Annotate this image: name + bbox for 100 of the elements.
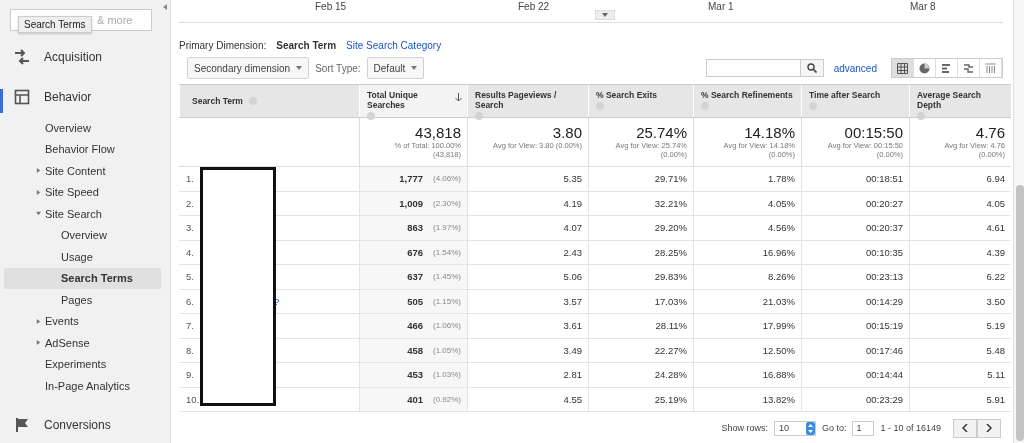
goto-field[interactable]: 1	[852, 420, 875, 436]
nav-section[interactable]: Acquisition	[0, 37, 170, 77]
table-cell: 505	[407, 295, 423, 307]
table-cell: 00:14:44	[866, 369, 903, 381]
page-range: 1 - 10 of 16149	[880, 423, 941, 433]
arrows-icon	[14, 49, 30, 65]
nav-item[interactable]: Site Content	[0, 160, 161, 182]
row-number: 1.	[186, 173, 195, 185]
nav-item[interactable]: Overview	[0, 224, 161, 246]
column-title: Average Search Depth	[917, 90, 982, 110]
next-page-button[interactable]	[977, 418, 1001, 438]
chevron-left-icon	[962, 424, 968, 432]
nav-label: Events	[45, 315, 79, 328]
nav-item[interactable]: AdSense	[0, 332, 161, 354]
table-cell: 6.22	[986, 271, 1005, 283]
comparison-icon	[963, 62, 974, 74]
scrollbar[interactable]	[1013, 0, 1024, 443]
summary-value: 25.74%	[636, 124, 687, 141]
stepper-icon	[805, 421, 815, 435]
collapsed-triangle-icon[interactable]	[36, 318, 41, 324]
secondary-dimension-dropdown[interactable]: Secondary dimension	[187, 57, 310, 79]
table-cell: 29.71%	[654, 173, 687, 185]
table-cell: 4.05%	[768, 197, 795, 209]
table-cell: 12.50%	[762, 344, 795, 356]
table-cell: 5.19	[986, 320, 1005, 332]
search-icon[interactable]	[806, 63, 817, 73]
table-cell: 21.03%	[762, 295, 795, 307]
table-cell: 4.05	[986, 197, 1005, 209]
chevron-right-icon	[986, 424, 992, 432]
expanded-triangle-icon[interactable]	[36, 211, 41, 217]
table-cell: 32.21%	[654, 197, 687, 209]
nav-item[interactable]: Search Terms	[4, 267, 161, 289]
nav-section[interactable]: Conversions	[0, 404, 170, 443]
dimension-label: Primary Dimension:	[179, 39, 267, 51]
summary-value: 43,818	[415, 124, 461, 141]
column-header[interactable]: Results Pageviews / Search	[467, 85, 588, 117]
nav-item[interactable]: In-Page Analytics	[0, 375, 161, 397]
nav-label: Site Content	[45, 164, 106, 177]
show-rows-label: Show rows:	[721, 423, 768, 433]
column-header[interactable]: % Search Exits	[588, 85, 693, 117]
column-title: % Search Refinements	[701, 90, 794, 100]
collapsed-triangle-icon[interactable]	[36, 340, 41, 346]
axis-label: Mar 1	[708, 1, 734, 12]
nav-item[interactable]: Site Search	[0, 203, 161, 225]
table-cell: 4.07	[563, 222, 582, 234]
row-number: 2.	[186, 197, 195, 209]
dimension-option[interactable]: Site Search Category	[346, 39, 442, 51]
column-title: % Search Exits	[596, 90, 658, 100]
table-cell: 29.83%	[654, 271, 687, 283]
sort-label: Sort Type:	[315, 62, 361, 74]
sort-dropdown[interactable]: Default	[366, 57, 425, 79]
column-header[interactable]: Time after Search	[801, 85, 909, 117]
previous-page-button[interactable]	[953, 418, 977, 438]
filter-field[interactable]	[705, 59, 824, 77]
advanced-link[interactable]: advanced	[833, 62, 877, 74]
table-cell: 4.39	[986, 246, 1005, 258]
table-cell: 28.11%	[655, 320, 687, 332]
column-header[interactable]: % Search Refinements	[693, 85, 801, 117]
share-percent: (1.06%)	[433, 321, 461, 331]
nav-label: Conversions	[44, 417, 111, 432]
table-cell: 00:15:19	[866, 320, 903, 332]
tooltip: Search Terms	[18, 16, 92, 33]
expand-handle-icon[interactable]	[595, 10, 615, 20]
caret-icon	[411, 66, 418, 70]
view-toggle[interactable]	[892, 59, 914, 77]
nav-item[interactable]: Behavior Flow	[0, 138, 161, 160]
table-cell: 4.61	[986, 222, 1005, 234]
nav-item[interactable]: Events	[0, 310, 161, 332]
share-percent: (2.30%)	[433, 198, 461, 208]
collapsed-triangle-icon[interactable]	[36, 168, 41, 174]
layout-icon	[14, 89, 30, 105]
table-cell: 4.56%	[768, 222, 795, 234]
table-cell: 3.57	[563, 295, 582, 307]
table-cell: 13.82%	[762, 393, 795, 405]
row-number: 6.	[186, 295, 195, 307]
nav-item[interactable]: Overview	[0, 117, 161, 139]
table-cell: 00:20:37	[866, 222, 903, 234]
nav-label: Site Speed	[45, 186, 99, 199]
table-cell: 5.06	[563, 271, 582, 283]
summary-value: 3.80	[552, 124, 582, 141]
table-cell: 1,777	[399, 173, 423, 185]
table-cell: 00:17:46	[866, 344, 903, 356]
collapsed-triangle-icon[interactable]	[36, 189, 41, 195]
column-header[interactable]: Total Unique Searches	[359, 85, 467, 117]
nav-item[interactable]: Site Speed	[0, 181, 161, 203]
nav-item[interactable]: Experiments	[0, 353, 161, 375]
table-cell: 5.35	[563, 173, 582, 185]
share-percent: (1.45%)	[433, 272, 461, 282]
nav-item[interactable]: Usage	[0, 246, 161, 268]
table-cell: 00:18:51	[866, 173, 903, 185]
nav-section[interactable]: Behavior	[0, 77, 170, 117]
collapse-arrow-icon[interactable]	[162, 4, 168, 10]
column-header[interactable]: Average Search Depth	[909, 85, 1011, 117]
table-cell: 676	[407, 246, 423, 258]
rows-select[interactable]: 10	[773, 420, 816, 436]
table-cell: 466	[407, 320, 423, 332]
table-cell: 3.61	[563, 320, 582, 332]
nav-item[interactable]: Pages	[0, 289, 161, 311]
axis-label: Feb 15	[315, 1, 347, 12]
dimension-option[interactable]: Search Term	[276, 39, 337, 51]
